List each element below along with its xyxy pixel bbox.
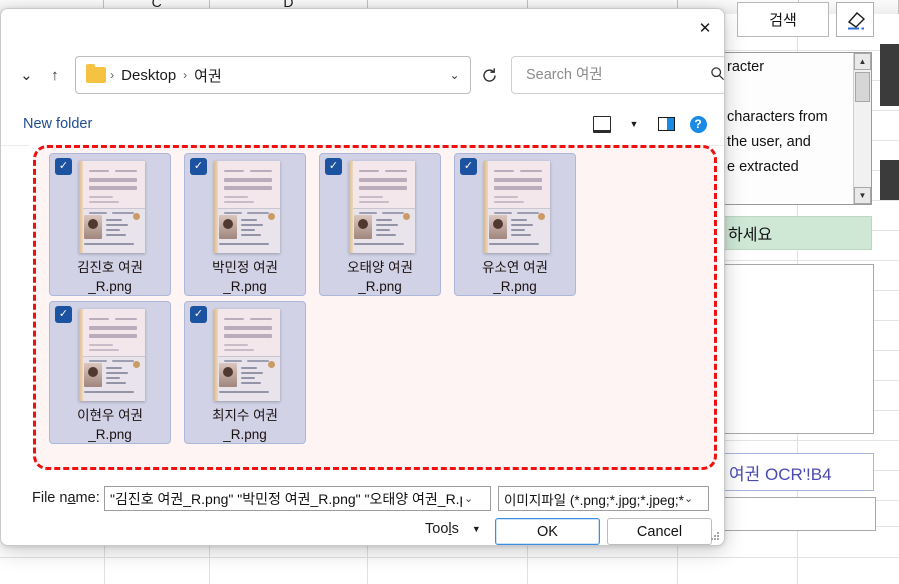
textarea-scrollbar[interactable]: ▲ ▼: [853, 53, 871, 204]
background-dark-block-2: [880, 160, 899, 200]
file-name-line1: 오태양 여권: [347, 260, 413, 275]
textarea-line-2: characters from: [727, 109, 828, 125]
dialog-command-bar: New folder ▼ ?: [1, 103, 724, 146]
file-name-line2: _R.png: [223, 427, 267, 442]
caret-down-icon: ▼: [471, 524, 481, 534]
filename-field[interactable]: "김진호 여권_R.png" "박민정 여권_R.png" "오태양 여권_R.…: [104, 486, 491, 511]
eraser-icon[interactable]: [836, 2, 874, 37]
file-checkbox[interactable]: ✓: [55, 306, 72, 323]
file-tile[interactable]: ✓ 김진호 여권 _R.png: [49, 153, 171, 296]
file-tile[interactable]: ✓ 최지수 여권 _R.png: [184, 301, 306, 444]
view-dropdown-icon[interactable]: ▼: [620, 111, 648, 137]
textarea-line-1: racter: [727, 59, 765, 75]
file-name-line2: _R.png: [358, 279, 402, 294]
filetype-dropdown[interactable]: 이미지파일 (*.png;*.jpg;*.jpeg;*. ⌄: [498, 486, 709, 511]
new-folder-button[interactable]: New folder: [23, 116, 92, 132]
filename-value: "김진호 여권_R.png" "박민정 여권_R.png" "오태양 여권_R.…: [110, 490, 462, 507]
file-name-label: 김진호 여권 _R.png: [54, 258, 166, 296]
dialog-address-row: ⌄ ↑ › Desktop › 여권 ⌄: [1, 47, 724, 103]
chevron-down-icon[interactable]: ⌄: [684, 492, 693, 505]
search-icon: [710, 66, 724, 84]
file-tile[interactable]: ✓ 오태양 여권 _R.png: [319, 153, 441, 296]
background-dark-block-1: [880, 44, 899, 106]
file-name-line1: 김진호 여권: [77, 260, 143, 275]
file-checkbox[interactable]: ✓: [325, 158, 342, 175]
passport-thumbnail: [349, 161, 415, 253]
screen-root: C D 택하세요. 검색: [0, 0, 899, 584]
file-name-line2: _R.png: [88, 427, 132, 442]
chevron-down-icon[interactable]: ⌄: [450, 68, 460, 82]
passport-thumbnail: [79, 161, 145, 253]
file-name-line1: 박민정 여권: [212, 260, 278, 275]
address-bar[interactable]: › Desktop › 여권 ⌄: [75, 56, 471, 94]
scrollbar-thumb[interactable]: [855, 72, 870, 102]
passport-thumbnail: [214, 161, 280, 253]
chevron-down-icon[interactable]: ⌄: [464, 492, 473, 505]
file-tile[interactable]: ✓ 유소연 여권 _R.png: [454, 153, 576, 296]
file-name-line2: _R.png: [493, 279, 537, 294]
passport-thumbnail: [79, 309, 145, 401]
background-green-field[interactable]: 하세요: [724, 216, 872, 250]
search-input[interactable]: [524, 66, 706, 84]
breadcrumb-separator-1: ›: [110, 68, 115, 82]
tools-label: Tools: [425, 521, 459, 537]
refresh-icon[interactable]: [475, 59, 505, 91]
close-icon[interactable]: ✕: [690, 15, 720, 41]
file-grid: ✓ 김진호 여권 _R.png ✓ 박민정 여권 _R.png ✓ 오태양 여권 _R.png ✓…: [29, 145, 709, 449]
breadcrumb-desktop[interactable]: Desktop: [118, 67, 179, 84]
file-tile[interactable]: ✓ 이현우 여권 _R.png: [49, 301, 171, 444]
scrollbar-up-arrow[interactable]: ▲: [854, 53, 871, 70]
file-name-line1: 최지수 여권: [212, 408, 278, 423]
file-name-label: 최지수 여권 _R.png: [189, 406, 301, 444]
background-textarea[interactable]: racter characters from the user, and e e…: [724, 52, 872, 205]
background-search-button[interactable]: 검색: [737, 2, 829, 37]
background-white-panel-2[interactable]: [722, 497, 876, 531]
preview-pane-icon[interactable]: [652, 111, 680, 137]
file-name-line1: 이현우 여권: [77, 408, 143, 423]
passport-thumbnail: [214, 309, 280, 401]
file-list[interactable]: ✓ 김진호 여권 _R.png ✓ 박민정 여권 _R.png ✓ 오태양 여권 _R.png ✓…: [29, 145, 709, 470]
search-box[interactable]: [511, 56, 724, 94]
background-formula-field[interactable]: 여권 OCR'!B4: [722, 453, 874, 491]
file-checkbox[interactable]: ✓: [190, 306, 207, 323]
file-name-line1: 유소연 여권: [482, 260, 548, 275]
file-checkbox[interactable]: ✓: [190, 158, 207, 175]
textarea-line-3: the user, and: [727, 134, 811, 150]
view-layout-icon[interactable]: [588, 111, 616, 137]
file-tile[interactable]: ✓ 박민정 여권 _R.png: [184, 153, 306, 296]
file-name-label: 오태양 여권 _R.png: [324, 258, 436, 296]
filename-label: File name:: [32, 490, 100, 506]
file-checkbox[interactable]: ✓: [55, 158, 72, 175]
background-white-panel[interactable]: [724, 264, 874, 434]
cancel-button[interactable]: Cancel: [607, 518, 712, 545]
ok-button[interactable]: OK: [495, 518, 600, 545]
tools-button[interactable]: Tools ▼: [425, 521, 481, 537]
file-name-line2: _R.png: [223, 279, 267, 294]
file-name-label: 이현우 여권 _R.png: [54, 406, 166, 444]
filetype-value: 이미지파일 (*.png;*.jpg;*.jpeg;*.: [504, 492, 684, 508]
breadcrumb-current-folder[interactable]: 여권: [191, 65, 225, 86]
file-open-dialog: ✕ ⌄ ↑ › Desktop › 여권 ⌄ Search 여권 New fol…: [0, 8, 725, 546]
folder-icon: [86, 64, 107, 83]
up-arrow-icon[interactable]: ↑: [41, 60, 70, 90]
scrollbar-down-arrow[interactable]: ▼: [854, 187, 871, 204]
breadcrumb-separator-2: ›: [183, 68, 188, 82]
dialog-titlebar: ✕: [1, 9, 724, 47]
passport-thumbnail: [484, 161, 550, 253]
back-dropdown-icon[interactable]: ⌄: [12, 60, 41, 90]
resize-grip[interactable]: [711, 532, 721, 542]
help-icon[interactable]: ?: [684, 111, 712, 137]
file-name-label: 박민정 여권 _R.png: [189, 258, 301, 296]
column-header-c-label: C: [151, 0, 162, 10]
column-header-d-label: D: [283, 0, 294, 10]
file-name-line2: _R.png: [88, 279, 132, 294]
file-checkbox[interactable]: ✓: [460, 158, 477, 175]
file-name-label: 유소연 여권 _R.png: [459, 258, 571, 296]
textarea-line-4: e extracted: [727, 159, 799, 175]
